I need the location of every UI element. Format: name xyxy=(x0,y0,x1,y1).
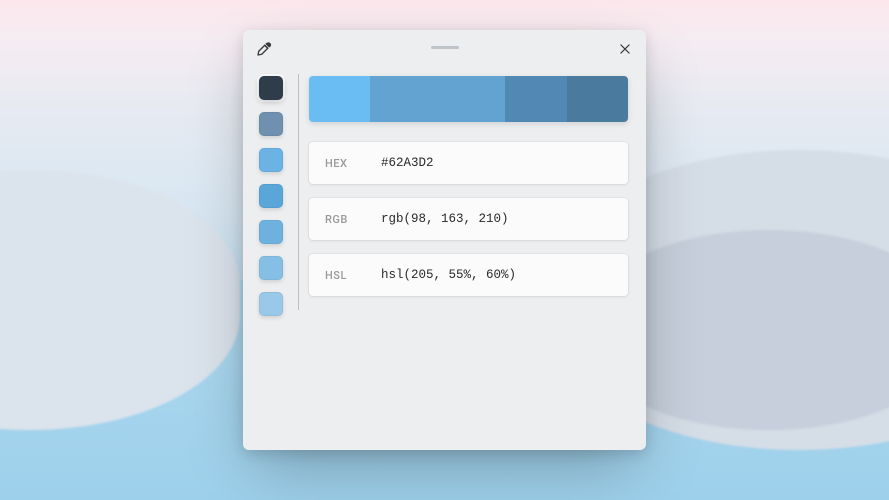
rgb-row[interactable]: RGB rgb(98, 163, 210) xyxy=(309,198,628,240)
hex-label: HEX xyxy=(325,157,355,170)
rgb-value: rgb(98, 163, 210) xyxy=(381,212,509,226)
history-swatch[interactable] xyxy=(259,220,283,244)
color-picker-window: HEX #62A3D2 RGB rgb(98, 163, 210) HSL hs… xyxy=(243,30,646,450)
history-swatch[interactable] xyxy=(259,184,283,208)
history-swatch[interactable] xyxy=(259,76,283,100)
eyedropper-icon[interactable] xyxy=(255,40,273,58)
close-button[interactable] xyxy=(616,40,634,58)
history-swatch[interactable] xyxy=(259,292,283,316)
shade-segment[interactable] xyxy=(370,76,505,122)
shade-segment[interactable] xyxy=(505,76,566,122)
hsl-label: HSL xyxy=(325,269,355,282)
hsl-value: hsl(205, 55%, 60%) xyxy=(381,268,516,282)
main-panel: HEX #62A3D2 RGB rgb(98, 163, 210) HSL hs… xyxy=(299,68,646,450)
color-value-list: HEX #62A3D2 RGB rgb(98, 163, 210) HSL hs… xyxy=(309,142,628,296)
rgb-label: RGB xyxy=(325,213,355,226)
history-swatch[interactable] xyxy=(259,256,283,280)
color-history-sidebar xyxy=(243,68,299,450)
history-swatch[interactable] xyxy=(259,148,283,172)
titlebar[interactable] xyxy=(243,30,646,68)
shade-bar[interactable] xyxy=(309,76,628,122)
drag-handle-icon[interactable] xyxy=(431,46,459,49)
window-body: HEX #62A3D2 RGB rgb(98, 163, 210) HSL hs… xyxy=(243,68,646,450)
history-swatch[interactable] xyxy=(259,112,283,136)
hex-value: #62A3D2 xyxy=(381,156,434,170)
shade-segment[interactable] xyxy=(567,76,628,122)
hex-row[interactable]: HEX #62A3D2 xyxy=(309,142,628,184)
shade-segment[interactable] xyxy=(309,76,370,122)
hsl-row[interactable]: HSL hsl(205, 55%, 60%) xyxy=(309,254,628,296)
